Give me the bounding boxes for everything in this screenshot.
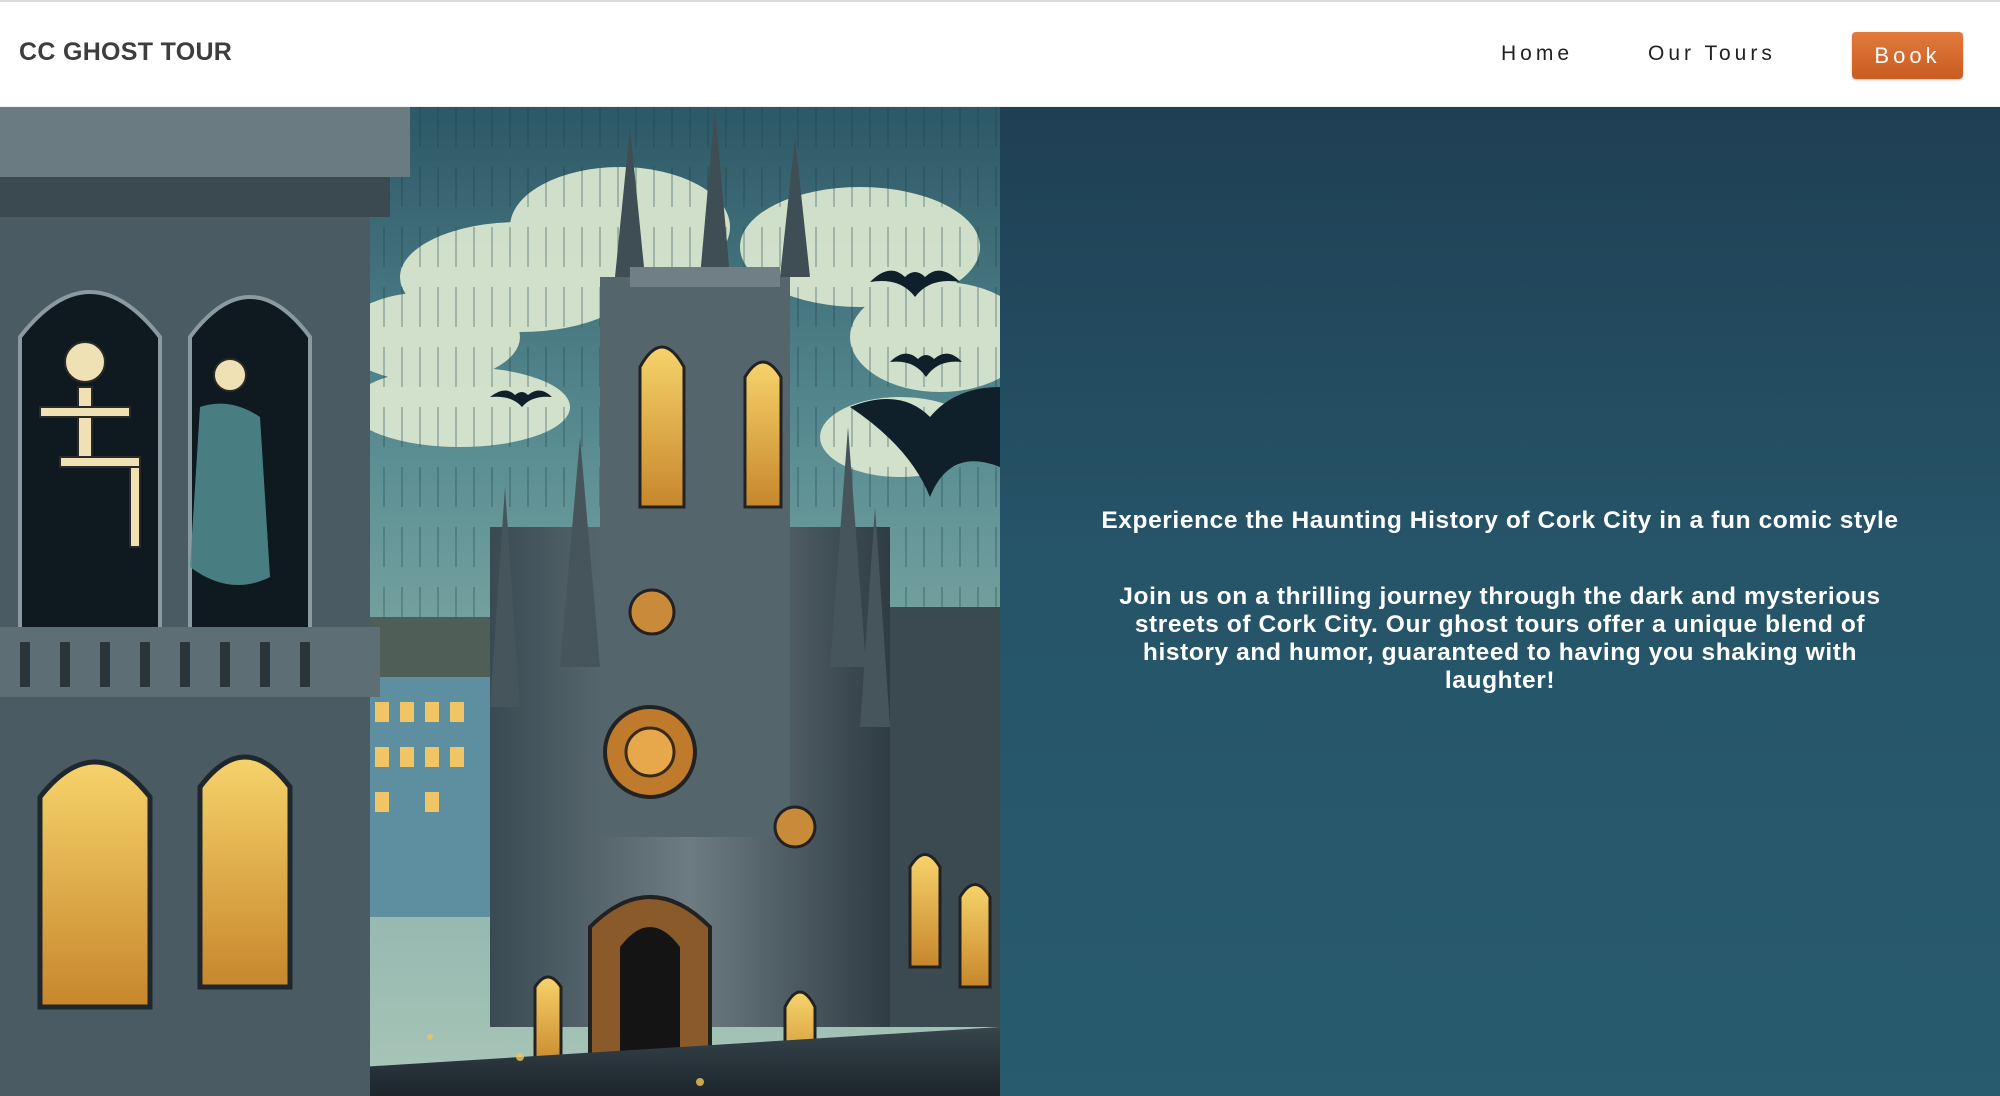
site-header: CC GHOST TOUR Home Our Tours Book: [0, 0, 2000, 107]
hero-text-panel: Experience the Haunting History of Cork …: [1000, 107, 2000, 1096]
hero-illustration: [0, 107, 1000, 1096]
nav-home-link[interactable]: Home: [1501, 42, 1573, 66]
haunted-cathedral-illustration: [0, 107, 1000, 1096]
hero-heading: Experience the Haunting History of Cork …: [1101, 507, 1899, 534]
nav-our-tours-link[interactable]: Our Tours: [1648, 42, 1776, 66]
book-button[interactable]: Book: [1852, 32, 1963, 79]
hero-description: Join us on a thrilling journey through t…: [1119, 583, 1881, 694]
brand-logo[interactable]: CC GHOST TOUR: [19, 38, 232, 67]
page: CC GHOST TOUR Home Our Tours Book Experi…: [0, 0, 2000, 1096]
